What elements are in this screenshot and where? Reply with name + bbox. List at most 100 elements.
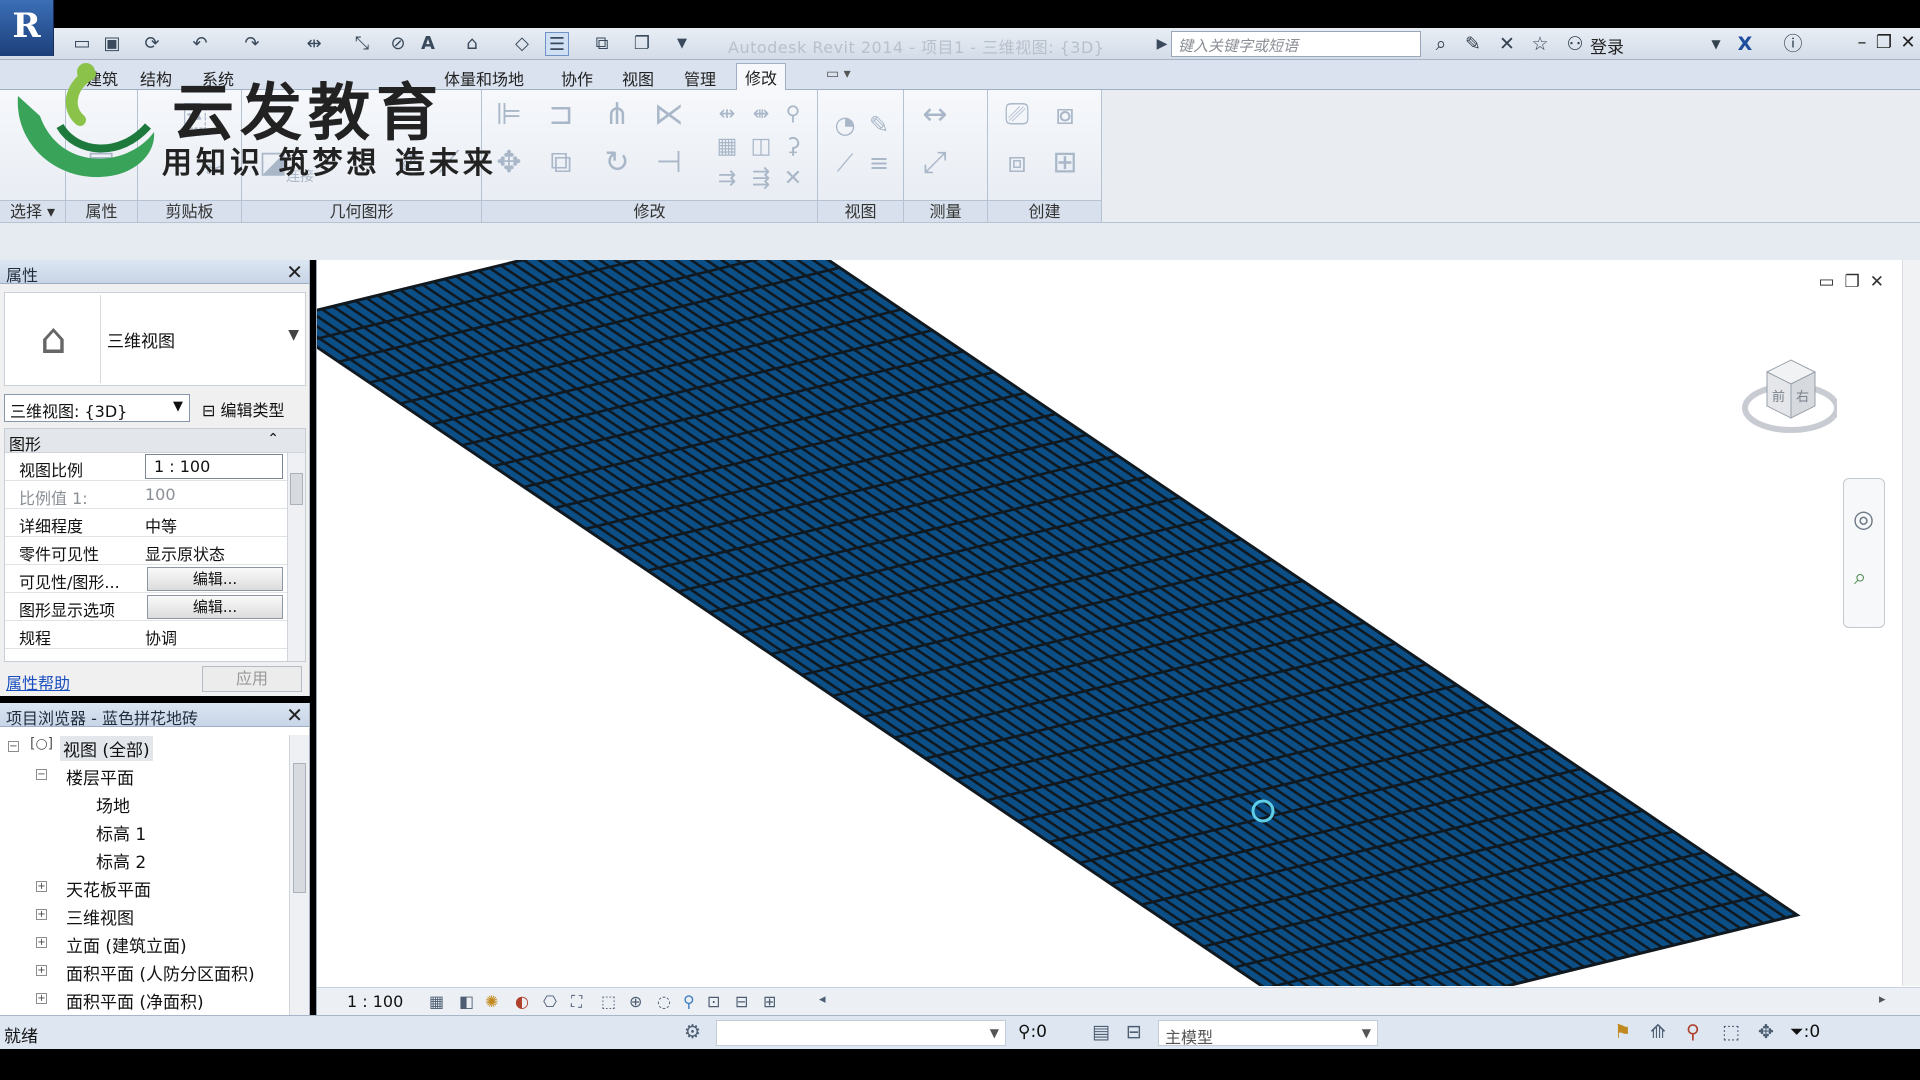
- close-hidden-windows-icon[interactable]: ⧉: [590, 32, 614, 56]
- search-input[interactable]: 键入关键字或短语: [1171, 31, 1421, 57]
- application-menu-button[interactable]: R: [0, 0, 54, 56]
- mirror-axis-icon[interactable]: ⋔: [600, 98, 634, 132]
- split-face-icon[interactable]: ⟋: [432, 146, 466, 180]
- chevron-down-icon[interactable]: ▼: [1362, 1026, 1371, 1040]
- create-group-icon[interactable]: ⧈: [1000, 146, 1034, 180]
- override-graphics-icon[interactable]: ✎: [862, 108, 896, 142]
- switch-windows-icon[interactable]: ❐: [630, 32, 654, 56]
- extend-icon[interactable]: ⇶: [744, 162, 778, 196]
- collapse-toggle-icon[interactable]: −: [8, 741, 19, 752]
- tree-node-level-2[interactable]: 标高 2: [96, 848, 146, 873]
- parts-visibility-value[interactable]: 显示原状态: [145, 541, 225, 565]
- crop-view-icon[interactable]: ⛶: [571, 992, 582, 1012]
- paint-icon[interactable]: ✐: [392, 146, 426, 180]
- default-3d-view-icon[interactable]: ⌂: [460, 32, 484, 56]
- array-icon[interactable]: ▦: [710, 130, 744, 164]
- zoom-icon[interactable]: ⌕: [1854, 565, 1866, 590]
- select-pinned-icon[interactable]: ⚲: [1686, 1021, 1700, 1043]
- binoculars-icon[interactable]: ⌕: [1428, 32, 1454, 56]
- render-icon[interactable]: ⎔: [543, 992, 557, 1011]
- scale-icon[interactable]: ◫: [744, 130, 778, 164]
- tab-view[interactable]: 视图: [614, 65, 662, 89]
- sun-path-icon[interactable]: ✺: [485, 992, 498, 1011]
- tab-structure[interactable]: 结构: [132, 65, 180, 89]
- mirror-draw-icon[interactable]: ⋉: [652, 98, 686, 132]
- filter-icon[interactable]: ⏷: [1790, 1022, 1804, 1042]
- chevron-down-icon[interactable]: ▼: [173, 399, 183, 414]
- save-icon[interactable]: ▣: [100, 32, 124, 56]
- view-close-icon[interactable]: ✕: [1870, 272, 1884, 292]
- instance-selector[interactable]: 三维视图: {3D} ▼: [4, 394, 190, 422]
- browser-scrollbar[interactable]: [289, 735, 309, 1015]
- section-icon[interactable]: ◇: [510, 32, 534, 56]
- panel-select-label[interactable]: 选择 ▾: [0, 200, 65, 222]
- steering-wheel-icon[interactable]: ◎: [1853, 505, 1874, 533]
- lock-3d-view-icon[interactable]: ⊕: [629, 992, 642, 1011]
- drag-on-selection-icon[interactable]: ✥: [1758, 1021, 1774, 1043]
- create-parts-icon[interactable]: ⧇: [1048, 98, 1082, 132]
- expand-toggle-icon[interactable]: +: [36, 993, 47, 1004]
- tree-node-site[interactable]: 场地: [96, 792, 130, 817]
- undo-icon[interactable]: ↶: [188, 32, 212, 56]
- tree-node-floor-plans[interactable]: 楼层平面: [66, 764, 134, 789]
- user-icon[interactable]: ⚇: [1562, 32, 1588, 56]
- view-scale-button[interactable]: 1 : 100: [347, 992, 403, 1011]
- view-vertical-scrollbar[interactable]: [1902, 260, 1920, 986]
- tree-node-views-all[interactable]: 视图 (全部): [60, 736, 153, 761]
- expand-toggle-icon[interactable]: +: [36, 881, 47, 892]
- scroll-left-icon[interactable]: ◂: [819, 992, 826, 1007]
- shadows-icon[interactable]: ◐: [515, 992, 529, 1011]
- tree-node-ceiling-plans[interactable]: 天花板平面: [66, 876, 151, 901]
- cope-icon[interactable]: ◪: [256, 146, 290, 180]
- exchange-apps-icon[interactable]: X: [1732, 32, 1758, 56]
- tree-node-3d-views[interactable]: 三维视图: [66, 904, 134, 929]
- create-assembly-icon[interactable]: ⎚: [1000, 98, 1034, 132]
- tree-node-area-plans-civil[interactable]: 面积平面 (人防分区面积): [66, 960, 255, 985]
- chevron-down-icon[interactable]: ▼: [288, 327, 299, 343]
- view-scale-field[interactable]: 1 : 100: [145, 454, 283, 479]
- tab-systems[interactable]: 系统: [194, 65, 242, 89]
- communication-icon[interactable]: ✕: [1494, 32, 1520, 56]
- delete-icon[interactable]: ✕: [776, 162, 810, 196]
- tab-manage[interactable]: 管理: [676, 65, 724, 89]
- measure-between-icon[interactable]: ↔: [918, 98, 952, 132]
- worksets-icon[interactable]: ⚙: [684, 1021, 701, 1043]
- sync-icon[interactable]: ⟳: [140, 32, 164, 56]
- aligned-dimension-icon[interactable]: ⤡: [350, 32, 374, 56]
- rotate-icon[interactable]: ↻: [600, 146, 634, 180]
- tab-massing-site[interactable]: 体量和场地: [436, 65, 532, 89]
- expand-toggle-icon[interactable]: +: [36, 937, 47, 948]
- align-icon[interactable]: ⊫: [492, 98, 526, 132]
- tree-node-level-1[interactable]: 标高 1: [96, 820, 146, 845]
- linework-icon[interactable]: ⟋: [828, 146, 862, 180]
- text-icon[interactable]: A: [416, 32, 440, 56]
- restore-icon[interactable]: ❐: [1874, 32, 1894, 54]
- copy-icon[interactable]: ⧉: [544, 146, 578, 180]
- workset-selector[interactable]: ▼: [716, 1020, 1006, 1046]
- type-selector[interactable]: ⌂ 三维视图 ▼: [4, 292, 306, 386]
- properties-scrollbar[interactable]: [287, 453, 305, 661]
- highlight-displacement-icon[interactable]: ⊞: [763, 992, 776, 1011]
- tree-node-elevations[interactable]: 立面 (建筑立面): [66, 932, 187, 957]
- measure-icon[interactable]: ⇹: [302, 32, 326, 56]
- ribbon-minimize-icon[interactable]: ▭ ▾: [818, 65, 859, 89]
- customize-qat-icon[interactable]: ▼: [670, 32, 694, 56]
- close-properties-icon[interactable]: ✕: [286, 260, 303, 284]
- tab-collaborate[interactable]: 协作: [553, 65, 601, 89]
- unpin-icon[interactable]: ⚳: [776, 130, 810, 164]
- reveal-hidden-icon[interactable]: ⚲: [683, 992, 695, 1011]
- chevron-down-icon[interactable]: ▼: [990, 1026, 999, 1040]
- detail-level-value[interactable]: 中等: [145, 513, 177, 537]
- split-icon[interactable]: ⇹: [710, 96, 744, 130]
- editable-only-icon[interactable]: ▤: [1092, 1021, 1110, 1043]
- join-label[interactable]: 连接: [286, 166, 314, 186]
- collapse-icon[interactable]: ⌃: [267, 431, 279, 447]
- tree-node-area-plans-net[interactable]: 面积平面 (净面积): [66, 988, 204, 1013]
- scrollbar-thumb[interactable]: [293, 763, 306, 893]
- design-options-icon[interactable]: ⊟: [1126, 1021, 1142, 1043]
- properties-icon[interactable]: ▤: [84, 146, 118, 180]
- analytical-model-icon[interactable]: ⊟: [735, 992, 748, 1011]
- select-by-face-icon[interactable]: ⬚: [1722, 1021, 1740, 1043]
- open-icon[interactable]: ▭: [70, 32, 94, 56]
- trim-extend-icon[interactable]: ⇉: [710, 162, 744, 196]
